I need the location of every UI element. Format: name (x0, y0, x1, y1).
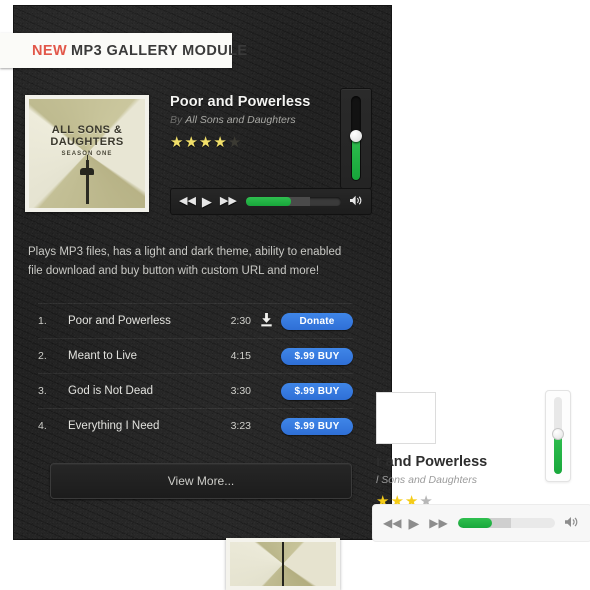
ribbon-title: MP3 GALLERY MODULE (71, 42, 248, 59)
light-previous-icon[interactable]: ◀◀ (383, 517, 401, 529)
star-icon[interactable]: ★ (170, 134, 184, 151)
dark-audio-player: ALL SONS & DAUGHTERS SEASON ONE Poor and… (25, 88, 372, 215)
light-progress-played (457, 518, 492, 528)
donate-button[interactable]: Donate (281, 312, 353, 330)
buy-button[interactable]: $.99 BUY (281, 382, 353, 400)
download-icon[interactable] (251, 312, 281, 330)
star-icon[interactable]: ★ (184, 134, 198, 151)
album-art[interactable]: ALL SONS & DAUGHTERS SEASON ONE (25, 95, 149, 212)
star-icon[interactable]: ★ (199, 134, 213, 151)
table-row[interactable]: 3. God is Not Dead 3:30 $.99 BUY (38, 373, 353, 408)
speaker-icon-svg (350, 195, 362, 206)
new-module-ribbon: NEW MP3 GALLERY MODULE (0, 33, 247, 68)
light-audio-player: r and Powerless l Sons and Daughters ★★★… (368, 390, 590, 590)
light-progress-bar[interactable] (457, 518, 555, 528)
track-title: Meant to Live (68, 350, 138, 362)
track-duration: 2:30 (230, 315, 251, 327)
album-art-subtitle: SEASON ONE (61, 151, 113, 157)
now-playing-artist: By All Sons and Daughters (170, 114, 330, 126)
speaker-icon[interactable] (350, 195, 363, 208)
progress-played (245, 197, 291, 206)
track-duration: 4:15 (230, 350, 251, 362)
microphone-icon (80, 167, 94, 175)
light-track-metadata: r and Powerless l Sons and Daughters ★★★… (376, 454, 536, 509)
album-art-thumbnail-image (230, 542, 336, 586)
light-transport-bar: ◀◀ ▶ ▶▶ (372, 504, 590, 542)
previous-icon[interactable]: ◀◀ (179, 196, 196, 207)
light-volume-knob[interactable] (552, 428, 564, 440)
track-number: 4. (38, 420, 47, 432)
album-art-image: ALL SONS & DAUGHTERS SEASON ONE (29, 99, 145, 208)
rating-stars[interactable]: ★★★★★ (170, 135, 330, 150)
volume-knob[interactable] (350, 130, 362, 142)
next-icon[interactable]: ▶▶ (220, 196, 237, 207)
light-speaker-icon-svg (565, 517, 578, 527)
track-duration: 3:30 (230, 385, 251, 397)
light-now-playing-artist: l Sons and Daughters (376, 474, 477, 486)
new-badge-label: NEW (32, 42, 68, 59)
light-speaker-icon[interactable] (565, 516, 579, 530)
track-title: Poor and Powerless (68, 315, 171, 327)
play-icon[interactable]: ▶ (202, 195, 212, 208)
track-metadata: Poor and Powerless By All Sons and Daught… (170, 94, 330, 150)
by-label: By (170, 114, 183, 126)
track-duration: 3:23 (230, 420, 251, 432)
volume-slider-vertical[interactable] (340, 88, 372, 189)
track-number: 1. (38, 315, 47, 327)
transport-bar: ◀◀ ▶ ▶▶ (170, 188, 372, 215)
track-title: God is Not Dead (68, 385, 154, 397)
light-now-playing-title: r and Powerless (376, 454, 488, 470)
album-art-thumbnail[interactable] (226, 538, 340, 590)
track-number: 3. (38, 385, 47, 397)
star-icon[interactable]: ★ (228, 134, 242, 151)
now-playing-title: Poor and Powerless (170, 94, 311, 110)
download-icon-svg (260, 312, 272, 326)
artist-name: All Sons and Daughters (185, 114, 296, 126)
ribbon-text: NEW MP3 GALLERY MODULE (32, 43, 247, 59)
module-description: Plays MP3 files, has a light and dark th… (28, 246, 342, 277)
light-album-art[interactable] (376, 392, 436, 444)
track-list: 1. Poor and Powerless 2:30 Donate 2. Mea… (38, 303, 353, 443)
table-row[interactable]: 2. Meant to Live 4:15 $.99 BUY (38, 338, 353, 373)
track-title: Everything I Need (68, 420, 160, 432)
screenshot-stage: NEW MP3 GALLERY MODULE ALL SONS & DAUGHTE… (0, 0, 590, 590)
track-number: 2. (38, 350, 47, 362)
table-row[interactable]: 4. Everything I Need 3:23 $.99 BUY (38, 408, 353, 443)
light-play-icon[interactable]: ▶ (408, 516, 419, 530)
light-volume-fill (554, 434, 562, 474)
light-next-icon[interactable]: ▶▶ (429, 517, 447, 529)
buy-button[interactable]: $.99 BUY (281, 417, 353, 435)
star-icon[interactable]: ★ (213, 134, 227, 151)
buy-button[interactable]: $.99 BUY (281, 347, 353, 365)
light-volume-slider-vertical[interactable] (545, 390, 571, 482)
table-row[interactable]: 1. Poor and Powerless 2:30 Donate (38, 303, 353, 338)
album-art-title: ALL SONS & DAUGHTERS (50, 124, 124, 148)
progress-bar[interactable] (245, 197, 341, 206)
view-more-button[interactable]: View More... (50, 463, 352, 499)
